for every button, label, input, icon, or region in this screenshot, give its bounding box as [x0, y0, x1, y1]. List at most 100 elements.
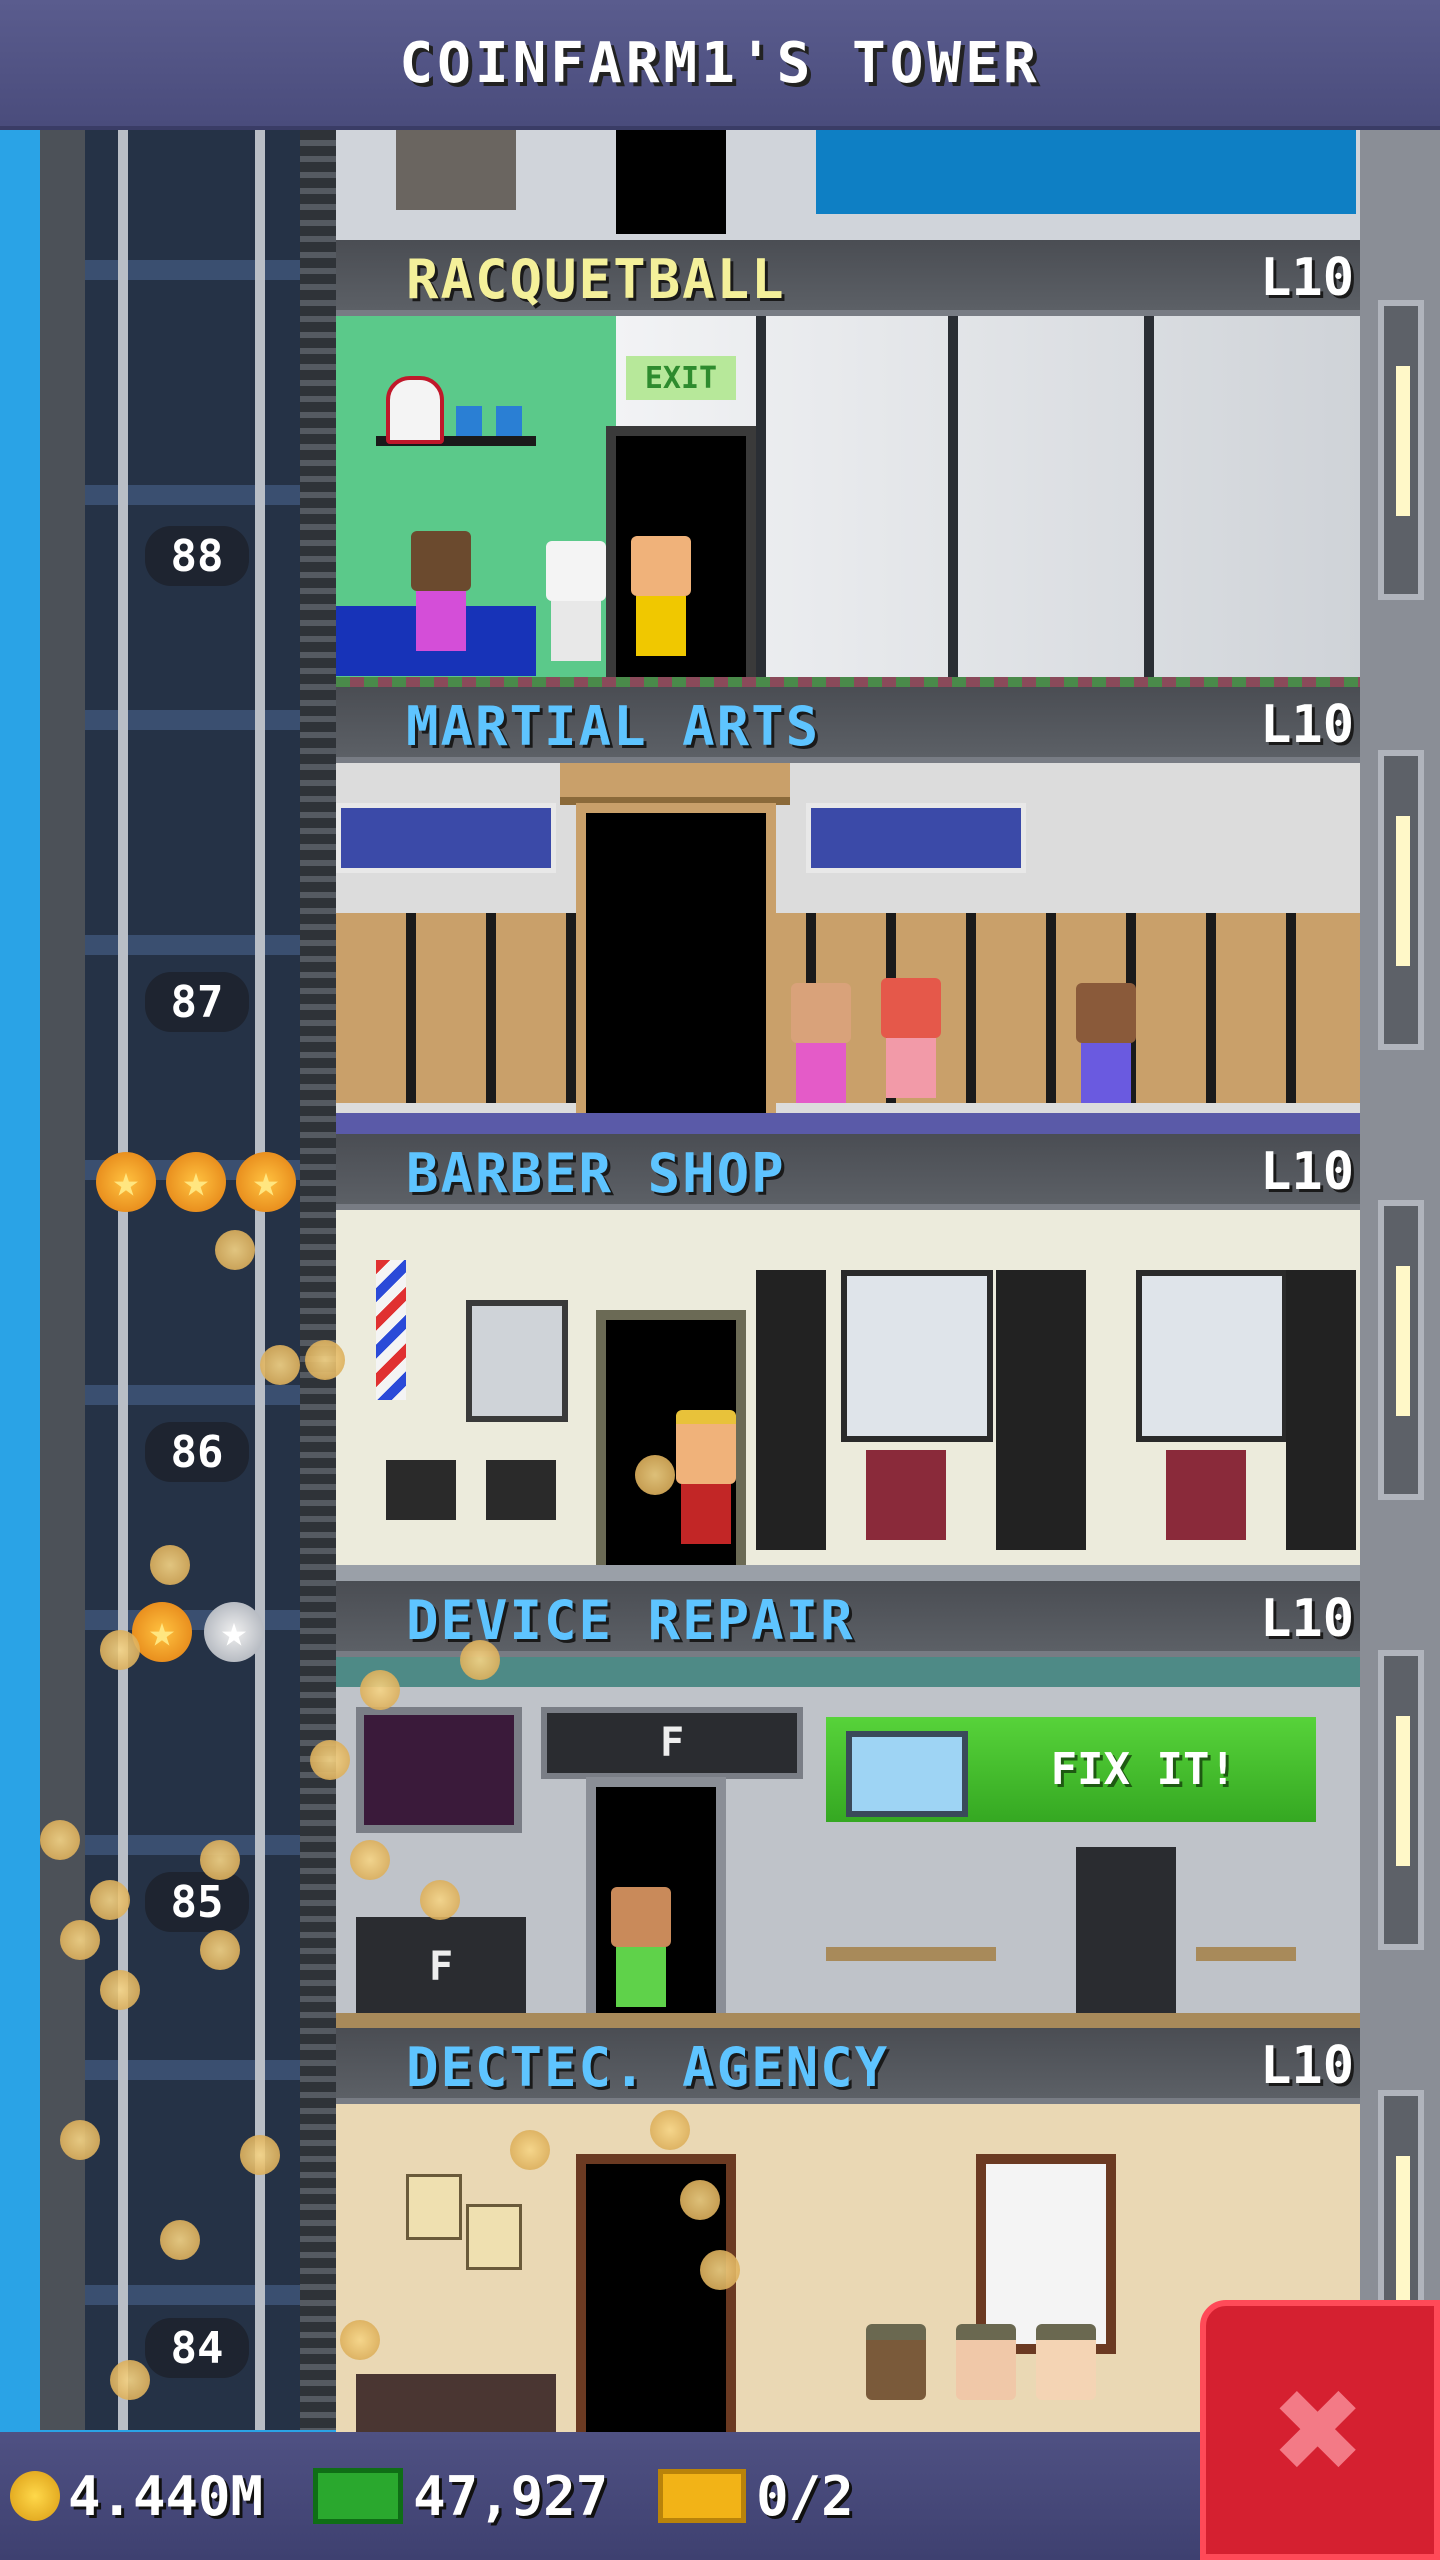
coin-icon[interactable]	[240, 2135, 280, 2175]
torii-gate	[560, 763, 790, 805]
floor-trim	[336, 1565, 1360, 1581]
floor-level: L10	[1260, 695, 1354, 755]
bux-counter[interactable]: 47,927	[273, 2465, 608, 2528]
wall-window	[1378, 1200, 1424, 1500]
floor-number-88: 88	[145, 526, 249, 586]
coin-icon[interactable]	[650, 2110, 690, 2150]
coin-icon[interactable]	[340, 2320, 380, 2360]
bitizen[interactable]	[1036, 2324, 1096, 2400]
floor-racquetball[interactable]: RACQUETBALL L10 EXIT	[336, 240, 1360, 687]
room-racquetball: EXIT	[336, 316, 1360, 687]
coin-icon[interactable]	[350, 1840, 390, 1880]
bitizen[interactable]	[611, 1887, 671, 2007]
shelf-unit	[756, 1270, 826, 1550]
floor-number-84: 84	[145, 2318, 249, 2378]
workbench	[1196, 1947, 1296, 1961]
floor-name: RACQUETBALL	[406, 248, 786, 311]
coin-icon[interactable]	[40, 1820, 80, 1860]
bitizen[interactable]	[956, 2324, 1016, 2400]
banner	[336, 803, 556, 873]
elevator-rail-left	[118, 130, 128, 2430]
bitizen[interactable]	[1076, 983, 1136, 1103]
coin-icon[interactable]	[700, 2250, 740, 2290]
coin-icon[interactable]	[100, 1970, 140, 2010]
coin-icon[interactable]	[200, 1930, 240, 1970]
wall-window	[1378, 300, 1424, 600]
elevator-rail-right	[255, 130, 265, 2430]
coins-counter[interactable]: 4.440M	[10, 2465, 263, 2528]
floor-header: MARTIAL ARTS L10	[336, 687, 1360, 763]
court-divider	[756, 316, 766, 687]
coin-icon[interactable]	[90, 1880, 130, 1920]
coin-icon[interactable]	[160, 2220, 200, 2260]
coin-icon[interactable]	[60, 1920, 100, 1960]
display-case	[1076, 1847, 1176, 2017]
close-button[interactable]: ✖	[1200, 2300, 1440, 2560]
coin-icon[interactable]	[60, 2120, 100, 2160]
coins-value: 4.440M	[68, 2464, 264, 2528]
floor-header: DECTEC. AGENCY L10	[336, 2028, 1360, 2104]
sofa	[356, 2374, 556, 2432]
workbench	[826, 1947, 996, 1961]
floor-level: L10	[1260, 1589, 1354, 1649]
floor-martial-arts[interactable]: MARTIAL ARTS L10	[336, 687, 1360, 1134]
coin-icon[interactable]	[100, 1630, 140, 1670]
coin-icon[interactable]	[420, 1880, 460, 1920]
bitizen[interactable]	[546, 541, 606, 661]
bitizen[interactable]	[881, 978, 941, 1098]
floor-trim	[336, 1113, 1360, 1134]
tickets-value: 0/2	[756, 2464, 854, 2528]
elevator-divider	[300, 130, 336, 2430]
counter-label: F	[356, 1917, 526, 2017]
coin-icon[interactable]	[200, 1840, 240, 1880]
shelf-unit	[996, 1270, 1086, 1550]
title-bar: COINFARM1'S TOWER	[0, 0, 1440, 130]
floor-level: L10	[1260, 1142, 1354, 1202]
floor-barber-shop[interactable]: BARBER SHOP L10	[336, 1134, 1360, 1581]
coin-icon[interactable]	[150, 1545, 190, 1585]
floor-trim	[336, 2013, 1360, 2028]
bux-value: 47,927	[413, 2464, 609, 2528]
bitizen[interactable]	[411, 531, 471, 651]
coin-icon[interactable]	[110, 2360, 150, 2400]
bitizen[interactable]	[631, 536, 691, 656]
bitizen[interactable]	[676, 1410, 736, 1544]
barber-pole-icon	[376, 1260, 406, 1400]
floor-level: L10	[1260, 2036, 1354, 2096]
close-icon: ✖	[1274, 2343, 1366, 2517]
aquarium	[816, 130, 1356, 214]
gold-star-icon: ★	[96, 1152, 156, 1212]
floor-name: DECTEC. AGENCY	[406, 2036, 890, 2099]
coin-icon[interactable]	[260, 1345, 300, 1385]
wall-window	[1378, 1650, 1424, 1950]
bitizen[interactable]	[791, 983, 851, 1103]
floor-header: BARBER SHOP L10	[336, 1134, 1360, 1210]
ball-can-icon	[456, 406, 482, 436]
gold-star-icon: ★	[132, 1602, 192, 1662]
coin-icon[interactable]	[215, 1230, 255, 1270]
coin-icon[interactable]	[310, 1740, 350, 1780]
coin-icon[interactable]	[460, 1640, 500, 1680]
coin-icon[interactable]	[680, 2180, 720, 2220]
tickets-counter[interactable]: 0/2	[618, 2465, 854, 2528]
ball-can-icon	[496, 406, 522, 436]
wanted-poster	[406, 2174, 462, 2240]
barber-chair	[1166, 1450, 1246, 1540]
bitizen[interactable]	[866, 2324, 926, 2400]
floor-number-85: 85	[145, 1872, 249, 1932]
floor-header: RACQUETBALL L10	[336, 240, 1360, 316]
coin-icon[interactable]	[510, 2130, 550, 2170]
coin-icon	[10, 2471, 60, 2521]
floor-number-86: 86	[145, 1422, 249, 1482]
court-divider	[1144, 316, 1154, 687]
coin-icon[interactable]	[635, 1455, 675, 1495]
coin-icon[interactable]	[360, 1670, 400, 1710]
coin-icon[interactable]	[305, 1340, 345, 1380]
broken-screen-icon	[846, 1731, 968, 1817]
court-divider	[948, 316, 958, 687]
mirror	[1136, 1270, 1288, 1442]
gold-star-icon: ★	[236, 1152, 296, 1212]
framed-picture	[466, 1300, 568, 1422]
floor-name: BARBER SHOP	[406, 1142, 786, 1205]
room-martial-arts	[336, 763, 1360, 1134]
